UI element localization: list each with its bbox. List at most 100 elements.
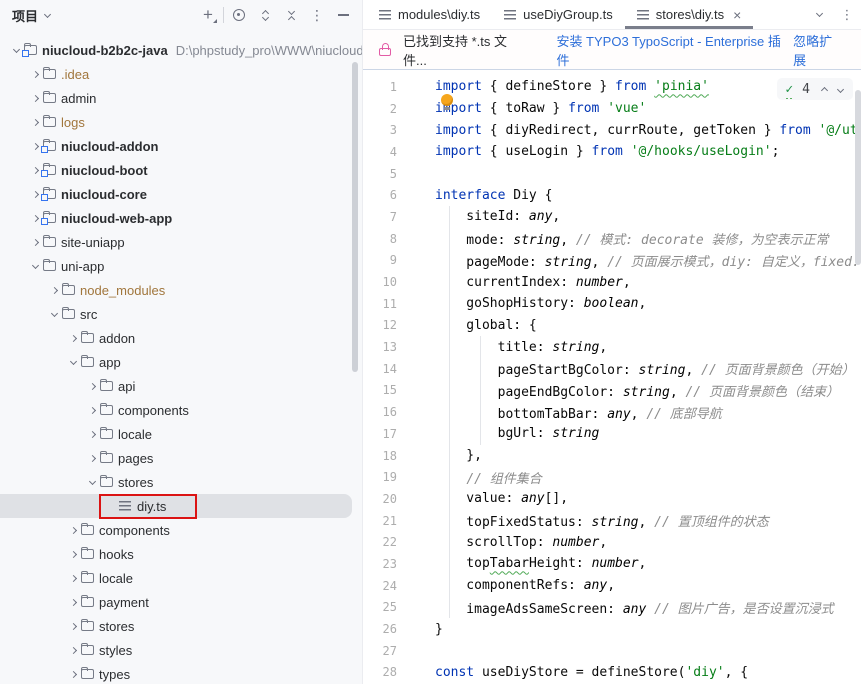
tree-item-niucloud-boot[interactable]: niucloud-boot (0, 158, 362, 182)
tree-item-logs[interactable]: logs (0, 110, 362, 134)
ignore-extension-link[interactable]: 忽略扩展 (793, 31, 845, 69)
tool-window-title[interactable]: 项目 (12, 6, 38, 25)
chevron-right-icon[interactable] (69, 526, 76, 533)
code-text: imageAdsSameScreen: any // 图片广告，是否设置沉浸式 (435, 598, 834, 617)
tab-label: stores\diy.ts (656, 7, 724, 22)
chevron-right-icon[interactable] (69, 550, 76, 557)
tree-item-label: niucloud-core (61, 187, 147, 202)
chevron-right-icon[interactable] (69, 334, 76, 341)
add-icon[interactable]: + (195, 4, 221, 26)
tree-item-niucloud-addon[interactable]: niucloud-addon (0, 134, 362, 158)
tree-item-niucloud-b2b2c-java[interactable]: niucloud-b2b2c-javaD:\phpstudy_pro\WWW\n… (0, 38, 362, 62)
chevron-right-icon[interactable] (88, 430, 95, 437)
chevron-right-icon[interactable] (69, 574, 76, 581)
tree-item-addon[interactable]: addon (0, 326, 362, 350)
tree-item-uni-app[interactable]: uni-app (0, 254, 362, 278)
tree-item-site-uniapp[interactable]: site-uniapp (0, 230, 362, 254)
chevron-right-icon[interactable] (31, 238, 38, 245)
tree-item-hooks[interactable]: hooks (0, 542, 362, 566)
code-editor[interactable]: ✓ 4 1import { defineStore } from 'pinia'… (363, 70, 861, 684)
chevron-down-icon[interactable] (31, 261, 38, 268)
tree-item-stores[interactable]: stores (0, 470, 362, 494)
tree-item-pages[interactable]: pages (0, 446, 362, 470)
tree-item-locale[interactable]: locale (0, 422, 362, 446)
intention-bulb-icon[interactable] (441, 94, 454, 110)
line-number: 16 (363, 405, 397, 419)
typos-check-icon: ✓ (785, 83, 793, 96)
code-text: import { defineStore } from 'pinia' (435, 79, 709, 94)
tree-item-node-modules[interactable]: node_modules (0, 278, 362, 302)
install-plugin-link[interactable]: 安装 TYPO3 TypoScript - Enterprise 插件 (556, 31, 793, 69)
code-text: global: { (435, 318, 537, 333)
more-options-icon[interactable]: ⋮ (304, 4, 330, 26)
tree-item-payment[interactable]: payment (0, 590, 362, 614)
tree-item-components[interactable]: components (0, 398, 362, 422)
code-line: 19 // 组件集合 (363, 466, 861, 488)
banner-message: 已找到支持 *.ts 文件... (403, 31, 530, 69)
tree-item-label: site-uniapp (61, 235, 125, 250)
chevron-right-icon[interactable] (69, 622, 76, 629)
folder-icon (81, 333, 99, 343)
tree-item-locale[interactable]: locale (0, 566, 362, 590)
tab-more-options-icon[interactable]: ⋮ (833, 0, 861, 29)
chevron-right-icon[interactable] (31, 190, 38, 197)
tree-item-api[interactable]: api (0, 374, 362, 398)
chevron-down-icon[interactable] (12, 45, 19, 52)
editor-tab-modules-diy.ts[interactable]: modules\diy.ts (367, 0, 492, 29)
editor-tab-usediygroup.ts[interactable]: useDiyGroup.ts (492, 0, 625, 29)
tree-item-src[interactable]: src (0, 302, 362, 326)
tree-item-styles[interactable]: styles (0, 638, 362, 662)
tree-item-app[interactable]: app (0, 350, 362, 374)
chevron-right-icon[interactable] (69, 670, 76, 677)
chevron-right-icon[interactable] (88, 406, 95, 413)
tree-item-admin[interactable]: admin (0, 86, 362, 110)
tree-item-label: addon (99, 331, 135, 346)
tab-label: modules\diy.ts (398, 7, 480, 22)
tree-item-niucloud-web-app[interactable]: niucloud-web-app (0, 206, 362, 230)
tree-item-label: stores (99, 619, 134, 634)
hide-panel-icon[interactable] (330, 4, 356, 26)
code-line: 4import { useLogin } from '@/hooks/useLo… (363, 141, 861, 163)
code-line: 21 topFixedStatus: string, // 置顶组件的状态 (363, 510, 861, 532)
tree-item-niucloud-core[interactable]: niucloud-core (0, 182, 362, 206)
code-line: 8 mode: string, // 模式: decorate 装修，为空表示正… (363, 228, 861, 250)
chevron-right-icon[interactable] (69, 646, 76, 653)
code-line: 18 }, (363, 445, 861, 467)
chevron-right-icon[interactable] (31, 142, 38, 149)
code-line: 9 pageMode: string, // 页面展示模式，diy: 自定义，f… (363, 250, 861, 272)
collapse-all-icon[interactable] (278, 4, 304, 26)
code-line: 16 bottomTabBar: any, // 底部导航 (363, 401, 861, 423)
chevron-down-icon[interactable] (88, 477, 95, 484)
chevron-right-icon[interactable] (50, 286, 57, 293)
folder-icon (43, 93, 61, 103)
folder-icon (81, 357, 99, 367)
chevron-down-icon[interactable] (44, 10, 51, 17)
previous-highlight-icon[interactable] (821, 86, 828, 93)
chevron-right-icon[interactable] (31, 118, 38, 125)
tree-item-components[interactable]: components (0, 518, 362, 542)
next-highlight-icon[interactable] (837, 85, 844, 92)
tree-scrollbar-thumb[interactable] (352, 62, 358, 372)
editor-tab-stores-diy.ts[interactable]: stores\diy.ts × (625, 0, 754, 29)
expand-all-icon[interactable] (252, 4, 278, 26)
chevron-right-icon[interactable] (88, 382, 95, 389)
chevron-right-icon[interactable] (69, 598, 76, 605)
tab-list-dropdown-icon[interactable] (805, 0, 833, 29)
close-icon[interactable]: × (733, 8, 741, 22)
chevron-down-icon[interactable] (50, 309, 57, 316)
chevron-down-icon[interactable] (69, 357, 76, 364)
chevron-right-icon[interactable] (31, 70, 38, 77)
chevron-right-icon[interactable] (31, 94, 38, 101)
tree-item-types[interactable]: types (0, 662, 362, 684)
line-number: 12 (363, 318, 397, 332)
tree-item-.idea[interactable]: .idea (0, 62, 362, 86)
chevron-right-icon[interactable] (31, 166, 38, 173)
tree-item-stores[interactable]: stores (0, 614, 362, 638)
ide-window: 项目 + ⋮ niucloud-b2b2c-javaD:\phpstudy_pr… (0, 0, 861, 684)
module-folder-icon (43, 189, 61, 199)
chevron-right-icon[interactable] (31, 214, 38, 221)
editor-scrollbar-thumb[interactable] (855, 90, 861, 265)
chevron-right-icon[interactable] (88, 454, 95, 461)
tree-item-label: niucloud-b2b2c-java (42, 43, 168, 58)
locate-file-icon[interactable] (226, 4, 252, 26)
